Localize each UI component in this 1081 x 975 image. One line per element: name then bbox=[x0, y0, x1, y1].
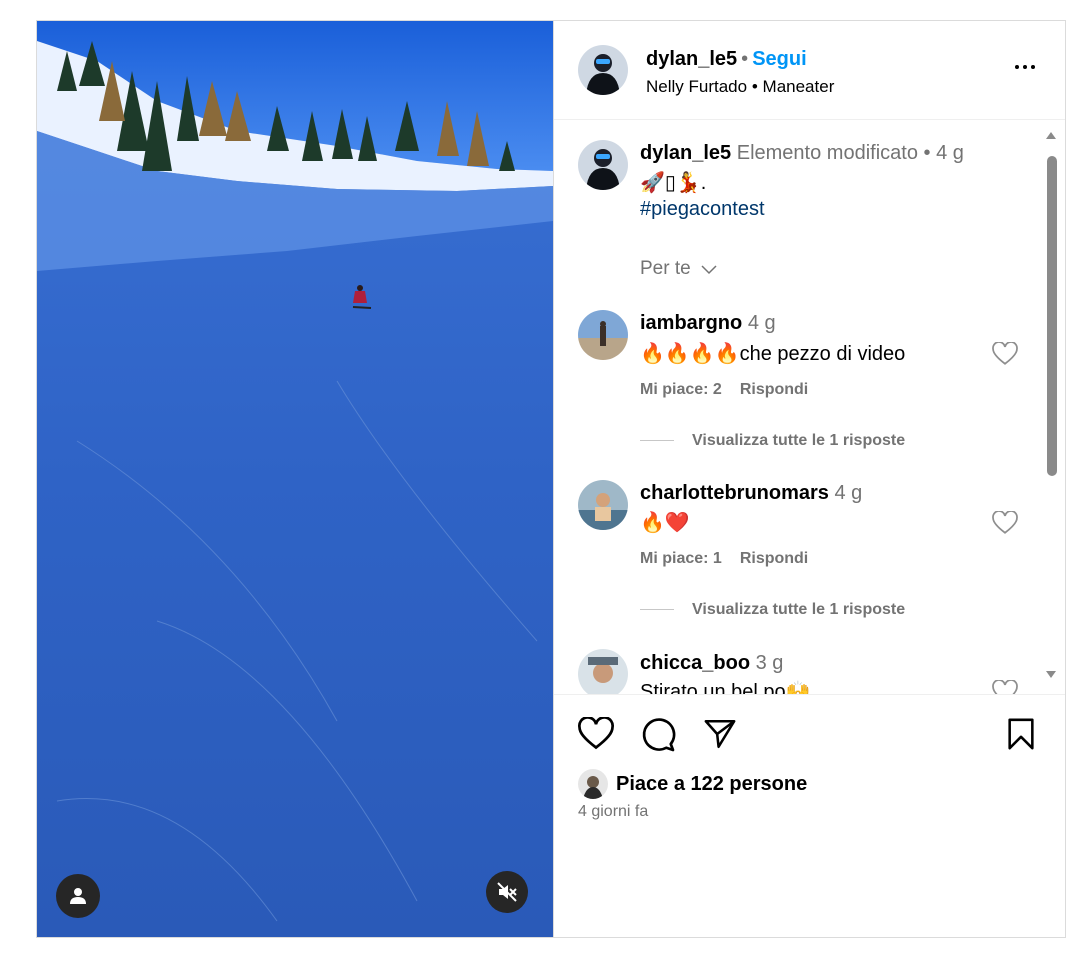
commenter-username[interactable]: charlottebrunomars bbox=[640, 482, 829, 504]
caption-emojis: 🚀▯💃. bbox=[640, 172, 707, 194]
likes-summary[interactable]: Piace a 122 persone bbox=[578, 769, 807, 799]
author-username[interactable]: dylan_le5 bbox=[646, 48, 737, 70]
commenter-username[interactable]: iambargno bbox=[640, 312, 742, 334]
audio-separator: • bbox=[751, 77, 758, 96]
separator-dot: • bbox=[923, 142, 931, 164]
post-dialog: dylan_le5 • Segui Nelly Furtado • Maneater bbox=[36, 20, 1066, 938]
post-timestamp[interactable]: 4 giorni fa bbox=[578, 803, 648, 821]
commenter-avatar[interactable] bbox=[578, 310, 628, 360]
likes-count[interactable]: Piace a 122 persone bbox=[616, 773, 807, 796]
caption-avatar[interactable] bbox=[578, 140, 628, 190]
reply-button[interactable]: Rispondi bbox=[740, 550, 808, 567]
scroll-up-arrow-icon[interactable] bbox=[1044, 130, 1058, 142]
muted-speaker-icon bbox=[497, 882, 517, 902]
comments-list[interactable]: dylan_le5 Elemento modificato • 4 g 🚀▯💃.… bbox=[554, 120, 1065, 694]
scrollbar-thumb[interactable] bbox=[1047, 156, 1057, 476]
post-actions: Piace a 122 persone 4 giorni fa bbox=[554, 694, 1065, 938]
hashtag-link[interactable]: #piegacontest bbox=[640, 198, 765, 221]
comment-time[interactable]: 3 g bbox=[756, 652, 784, 674]
audio-title[interactable]: Maneater bbox=[763, 77, 835, 96]
comment-text: 🔥🔥🔥🔥che pezzo di video bbox=[640, 343, 906, 365]
heart-icon[interactable] bbox=[992, 342, 1018, 366]
heart-icon[interactable] bbox=[578, 717, 614, 751]
follow-button[interactable]: Segui bbox=[752, 48, 806, 70]
replies-divider bbox=[640, 609, 674, 611]
view-replies-button[interactable]: Visualizza tutte le 1 risposte bbox=[640, 432, 905, 450]
user-tag-button[interactable] bbox=[56, 874, 100, 918]
reply-button[interactable]: Rispondi bbox=[740, 381, 808, 398]
user-tag-icon bbox=[70, 888, 86, 904]
post-side-panel: dylan_le5 • Segui Nelly Furtado • Maneater bbox=[553, 21, 1065, 937]
audio-artist[interactable]: Nelly Furtado bbox=[646, 77, 747, 96]
edited-label: Elemento modificato bbox=[736, 142, 918, 164]
liker-avatar[interactable] bbox=[578, 769, 608, 799]
scroll-down-arrow-icon[interactable] bbox=[1044, 668, 1058, 680]
commenter-avatar[interactable] bbox=[578, 480, 628, 530]
mute-button[interactable] bbox=[486, 871, 528, 913]
more-options-icon[interactable] bbox=[1015, 65, 1035, 69]
comment-text: Stirato un bel po🙌 bbox=[640, 681, 811, 694]
caption-time[interactable]: 4 g bbox=[936, 142, 964, 164]
heart-icon[interactable] bbox=[992, 680, 1018, 694]
comment-time[interactable]: 4 g bbox=[748, 312, 776, 334]
comments-scrollbar[interactable] bbox=[1044, 120, 1058, 694]
audio-info[interactable]: Nelly Furtado • Maneater bbox=[646, 77, 834, 97]
view-replies-button[interactable]: Visualizza tutte le 1 risposte bbox=[640, 601, 905, 619]
comment-like-count: Mi piace: 1 bbox=[640, 550, 722, 567]
caption-username[interactable]: dylan_le5 bbox=[640, 142, 731, 164]
heart-icon[interactable] bbox=[992, 511, 1018, 535]
view-replies-label: Visualizza tutte le 1 risposte bbox=[692, 601, 906, 618]
commenter-avatar[interactable] bbox=[578, 649, 628, 694]
share-icon[interactable] bbox=[702, 717, 738, 751]
post-video[interactable] bbox=[37, 21, 553, 937]
post-header: dylan_le5 • Segui Nelly Furtado • Maneater bbox=[554, 21, 1065, 120]
comment-time[interactable]: 4 g bbox=[835, 482, 863, 504]
replies-divider bbox=[640, 440, 674, 442]
view-replies-label: Visualizza tutte le 1 risposte bbox=[692, 432, 906, 449]
comment-text: 🔥❤️ bbox=[640, 512, 690, 534]
bookmark-icon[interactable] bbox=[1006, 717, 1036, 751]
ski-slope-video-frame bbox=[37, 21, 553, 937]
sort-label: Per te bbox=[640, 258, 691, 279]
commenter-username[interactable]: chicca_boo bbox=[640, 652, 750, 674]
comment-sort-toggle[interactable]: Per te bbox=[640, 258, 718, 280]
chevron-down-icon bbox=[701, 265, 717, 275]
comment-like-count: Mi piace: 2 bbox=[640, 381, 722, 398]
comment-icon[interactable] bbox=[640, 717, 676, 753]
author-avatar[interactable] bbox=[578, 45, 628, 95]
separator-dot: • bbox=[741, 48, 749, 70]
